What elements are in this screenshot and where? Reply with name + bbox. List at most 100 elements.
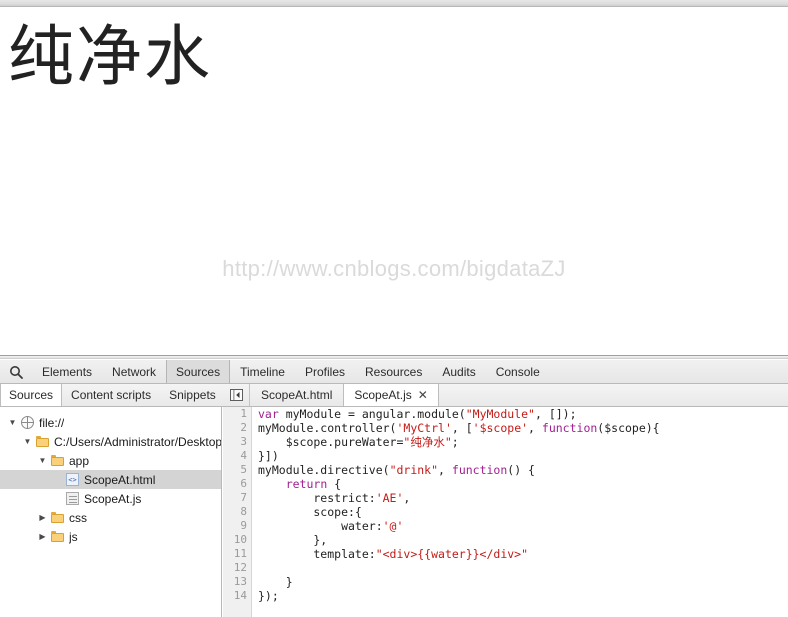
tree-item-label: ScopeAt.js <box>84 491 142 506</box>
code-token-pln: water: <box>258 519 383 533</box>
code-line[interactable]: } <box>258 575 788 589</box>
tree-item-css[interactable]: ▶ css <box>0 508 221 527</box>
panel-tab-timeline[interactable]: Timeline <box>230 360 295 383</box>
line-number[interactable]: 3 <box>223 435 251 449</box>
code-token-kw: function <box>451 463 508 477</box>
code-token-pln: () { <box>507 463 535 477</box>
code-token-pln: , [ <box>451 421 473 435</box>
code-token-pln: , []); <box>534 407 577 421</box>
page-viewport: 纯净水 http://www.cnblogs.com/bigdataZJ <box>0 8 788 355</box>
line-number[interactable]: 2 <box>223 421 251 435</box>
code-line[interactable]: myModule.controller('MyCtrl', ['$scope',… <box>258 421 788 435</box>
file-navigator[interactable]: ▼ file:// ▼ C:/Users/Administrator/Desktop/… <box>0 407 222 617</box>
panel-tab-profiles[interactable]: Profiles <box>295 360 355 383</box>
code-token-str: "<div>{{water}}</div>" <box>375 547 529 561</box>
navigator-subtab-snippets[interactable]: Snippets <box>160 384 225 406</box>
code-line[interactable]: }, <box>258 533 788 547</box>
panel-tab-label: Sources <box>176 364 221 379</box>
code-token-pln: restrict: <box>258 491 376 505</box>
code-token-str: '$scope' <box>472 421 529 435</box>
code-token-str: 'AE' <box>375 491 404 505</box>
devtools-panel: Elements Network Sources Timeline Profiles Re… <box>0 355 788 617</box>
code-line[interactable] <box>258 561 788 575</box>
code-token-pln: } <box>258 575 293 589</box>
search-icon[interactable] <box>0 360 32 383</box>
navigator-subtab-label: Snippets <box>169 388 216 402</box>
code-editor[interactable]: 1 2 3 4 5 6 7 8 9 10 11 12 13 14 var myModule = angul… <box>223 407 788 617</box>
code-line[interactable]: water:'@' <box>258 519 788 533</box>
line-number[interactable]: 6 <box>223 477 251 491</box>
code-line[interactable]: template:"<div>{{water}}</div>" <box>258 547 788 561</box>
code-token-pln: ; <box>451 435 459 449</box>
line-number[interactable]: 7 <box>223 491 251 505</box>
line-number[interactable]: 8 <box>223 505 251 519</box>
globe-icon <box>19 416 36 429</box>
panel-tab-label: Elements <box>42 364 93 379</box>
line-number[interactable]: 14 <box>223 589 251 603</box>
code-line[interactable]: restrict:'AE', <box>258 491 788 505</box>
disclosure-expanded-icon[interactable]: ▼ <box>21 437 34 446</box>
code-line[interactable]: return { <box>258 477 788 491</box>
code-content[interactable]: var myModule = angular.module("MyModule"… <box>253 407 788 617</box>
panel-tab-label: Profiles <box>304 364 345 379</box>
disclosure-expanded-icon[interactable]: ▼ <box>36 456 49 465</box>
disclosure-expanded-icon[interactable]: ▼ <box>6 418 19 427</box>
disclosure-collapsed-icon[interactable]: ▶ <box>36 513 49 522</box>
panel-tab-elements[interactable]: Elements <box>32 360 102 383</box>
code-token-str: "纯净水" <box>403 435 452 449</box>
devtools-subtoolbar: Sources Content scripts Snippets ScopeAt.h… <box>0 384 788 407</box>
tree-item-scopeat-js[interactable]: ScopeAt.js <box>0 489 221 508</box>
navigator-subtab-sources[interactable]: Sources <box>0 384 63 406</box>
editor-tab-scopeat-html[interactable]: ScopeAt.html <box>250 384 343 406</box>
tree-item-js[interactable]: ▶ js <box>0 527 221 546</box>
panel-tab-resources[interactable]: Resources <box>355 360 432 383</box>
tree-item-app[interactable]: ▼ app <box>0 451 221 470</box>
tree-item-file[interactable]: ▼ file:// <box>0 413 221 432</box>
code-line[interactable]: $scope.pureWater="纯净水"; <box>258 435 788 449</box>
editor-tab-close-icon[interactable]: ✕ <box>418 389 428 401</box>
watermark-text: http://www.cnblogs.com/bigdataZJ <box>222 256 566 281</box>
code-token-pln: }]) <box>258 449 279 463</box>
code-token-kw: var <box>258 407 286 421</box>
code-token-pln: ($scope){ <box>597 421 660 435</box>
panel-tab-label: Resources <box>365 364 423 379</box>
folder-icon <box>49 455 66 466</box>
code-line[interactable]: }); <box>258 589 788 603</box>
devtools-splitter[interactable] <box>0 356 788 359</box>
line-number[interactable]: 5 <box>223 463 251 477</box>
line-number[interactable]: 12 <box>223 561 251 575</box>
line-number[interactable]: 1 <box>223 407 251 421</box>
code-line[interactable]: }]) <box>258 449 788 463</box>
panel-tab-console[interactable]: Console <box>486 360 550 383</box>
panel-tab-label: Timeline <box>240 364 285 379</box>
tree-item-scopeat-html[interactable]: <> ScopeAt.html <box>0 470 221 489</box>
editor-tab-label: ScopeAt.html <box>261 388 333 402</box>
navigator-subtab-content-scripts[interactable]: Content scripts <box>62 384 160 406</box>
panel-tab-audits[interactable]: Audits <box>432 360 485 383</box>
code-token-pln: , <box>403 491 411 505</box>
code-line[interactable]: scope:{ <box>258 505 788 519</box>
code-line[interactable]: var myModule = angular.module("MyModule"… <box>258 407 788 421</box>
tree-item-label: file:// <box>39 415 65 430</box>
disclosure-collapsed-icon[interactable]: ▶ <box>36 532 49 541</box>
code-token-pln: scope:{ <box>258 505 362 519</box>
panel-tab-network[interactable]: Network <box>102 360 166 383</box>
panel-collapse-icon[interactable] <box>224 384 250 406</box>
tree-item-label: ScopeAt.html <box>84 472 156 487</box>
tree-item-c-users-administrator-desktop[interactable]: ▼ C:/Users/Administrator/Desktop/ <box>0 432 221 451</box>
line-number[interactable]: 9 <box>223 519 251 533</box>
editor-tab-list: ScopeAt.html ScopeAt.js ✕ <box>224 384 788 406</box>
line-number[interactable]: 10 <box>223 533 251 547</box>
line-number[interactable]: 13 <box>223 575 251 589</box>
line-number[interactable]: 11 <box>223 547 251 561</box>
code-line[interactable]: myModule.directive("drink", function() { <box>258 463 788 477</box>
editor-tab-scopeat-js[interactable]: ScopeAt.js ✕ <box>343 384 439 406</box>
panel-tab-list: Elements Network Sources Timeline Profiles Re… <box>32 360 550 383</box>
folder-icon <box>34 436 51 447</box>
tree-item-label: app <box>69 453 90 468</box>
panel-tab-sources[interactable]: Sources <box>166 360 231 383</box>
browser-chrome-strip <box>0 0 788 7</box>
line-number[interactable]: 4 <box>223 449 251 463</box>
code-token-str: "MyModule" <box>465 407 535 421</box>
panel-tab-label: Network <box>112 364 157 379</box>
